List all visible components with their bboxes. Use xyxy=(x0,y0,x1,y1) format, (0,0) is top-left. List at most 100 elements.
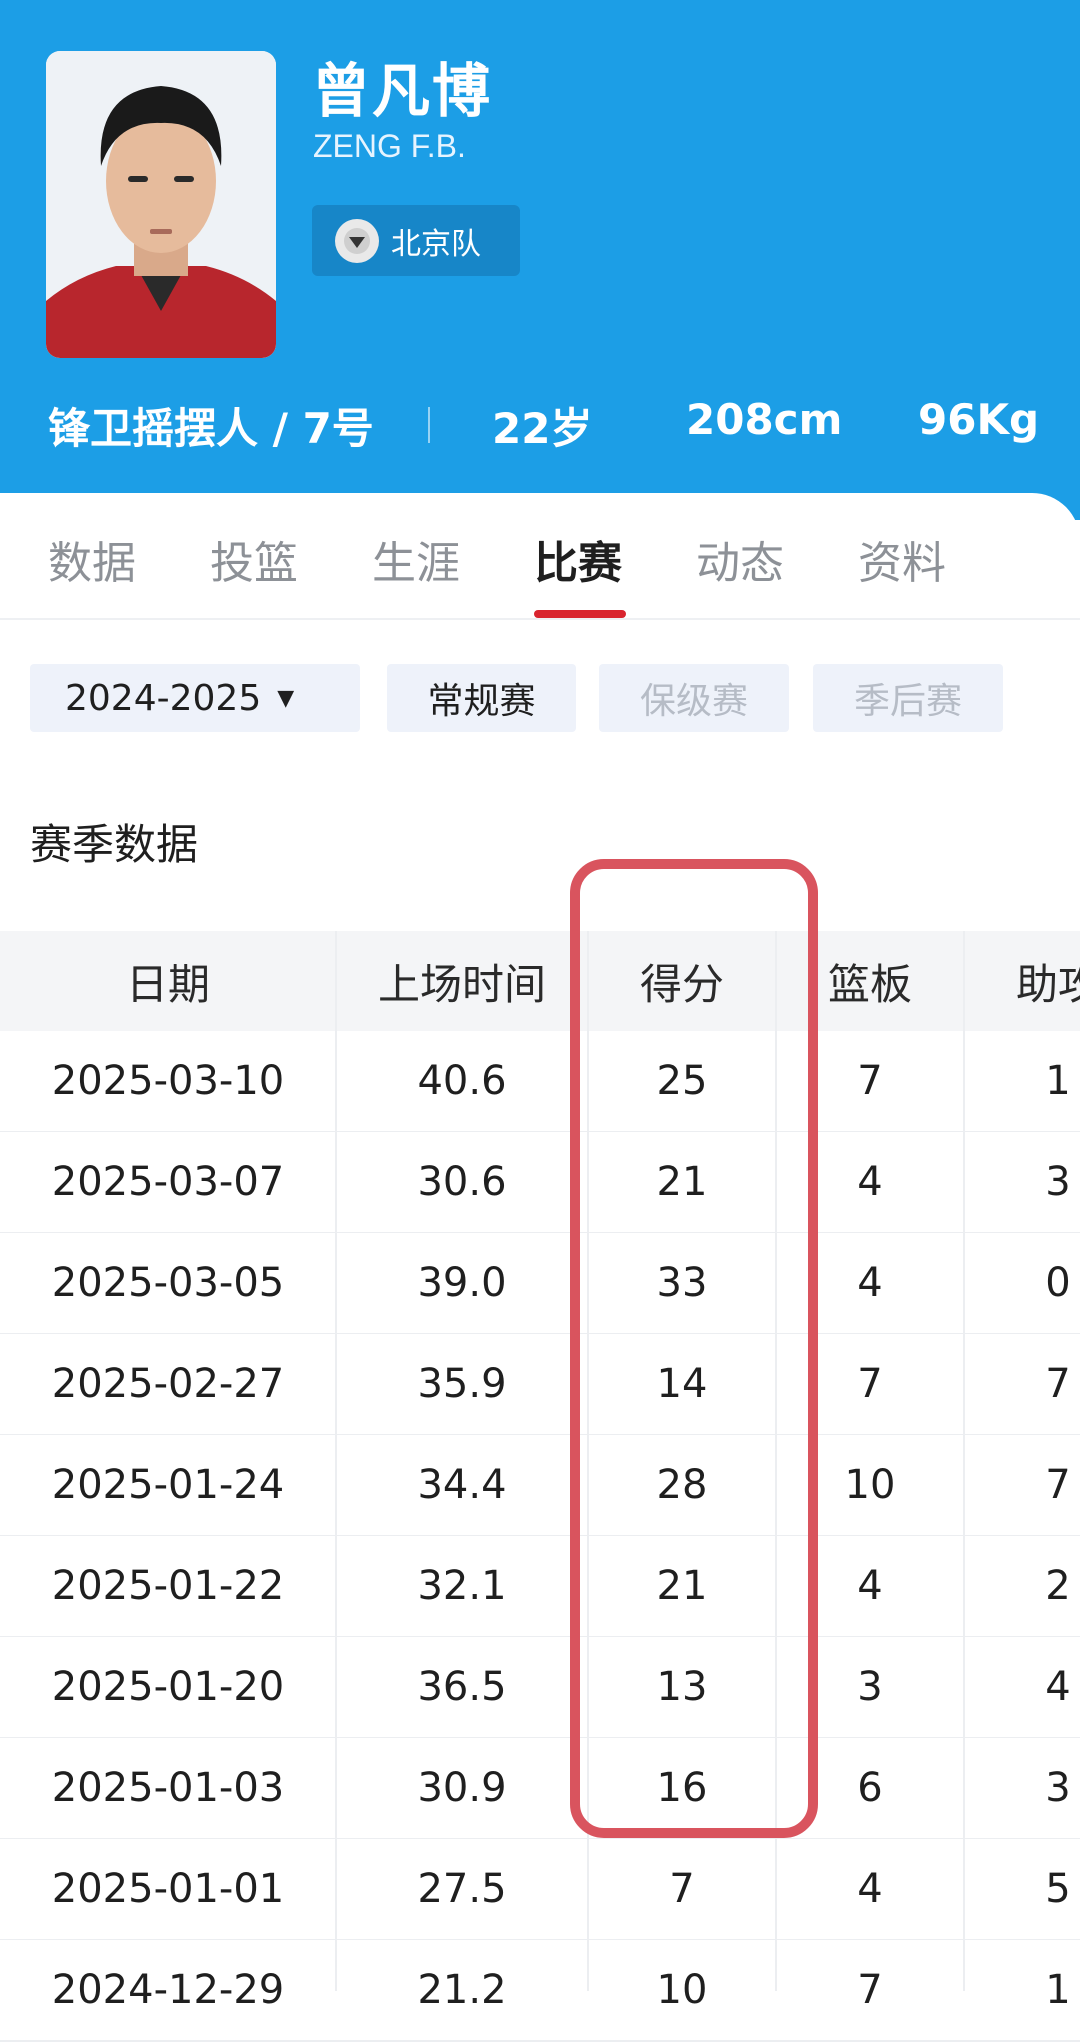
cell-assists: 2 xyxy=(1045,1563,1071,1609)
table-row[interactable]: 2025-01-01 27.5 7 4 5 xyxy=(0,1839,1080,1941)
tab-profile[interactable]: 资料 xyxy=(858,527,946,591)
team-name: 北京队 xyxy=(391,226,481,262)
player-height: 208cm xyxy=(686,395,843,444)
cell-assists: 4 xyxy=(1045,1664,1071,1710)
cell-points: 7 xyxy=(669,1866,695,1912)
tab-stats[interactable]: 数据 xyxy=(48,527,136,591)
cell-rebounds: 4 xyxy=(857,1563,883,1609)
cell-points: 21 xyxy=(656,1563,708,1609)
cell-date: 2025-03-05 xyxy=(51,1260,285,1306)
cell-date: 2025-01-20 xyxy=(51,1664,285,1710)
caret-down-icon: ▼ xyxy=(277,685,295,711)
table-row[interactable]: 2025-03-07 30.6 21 4 3 xyxy=(0,1132,1080,1234)
cell-date: 2025-01-24 xyxy=(51,1462,285,1508)
tab-shooting[interactable]: 投篮 xyxy=(210,527,298,591)
cell-minutes: 30.6 xyxy=(417,1159,507,1205)
tab-news[interactable]: 动态 xyxy=(696,527,784,591)
cell-points: 21 xyxy=(656,1159,708,1205)
table-row[interactable]: 2025-01-20 36.5 13 3 4 xyxy=(0,1637,1080,1739)
cell-points: 10 xyxy=(656,1967,708,2013)
table-row[interactable]: 2025-01-22 32.1 21 4 2 xyxy=(0,1536,1080,1638)
cell-date: 2025-01-01 xyxy=(51,1866,285,1912)
cell-minutes: 35.9 xyxy=(417,1361,507,1407)
header-minutes: 上场时间 xyxy=(377,959,546,1009)
filter-relegation[interactable]: 保级赛 xyxy=(599,664,789,732)
cell-minutes: 34.4 xyxy=(417,1462,507,1508)
cell-date: 2025-01-22 xyxy=(51,1563,285,1609)
cell-minutes: 36.5 xyxy=(417,1664,507,1710)
player-photo-image xyxy=(46,51,276,358)
cell-rebounds: 10 xyxy=(844,1462,896,1508)
cell-date: 2024-12-29 xyxy=(51,1967,285,2013)
cell-rebounds: 3 xyxy=(857,1664,883,1710)
cell-assists: 0 xyxy=(1045,1260,1071,1306)
player-age: 22岁 xyxy=(492,404,593,453)
header-points: 得分 xyxy=(639,959,724,1009)
table-row[interactable]: 2025-01-24 34.4 28 10 7 xyxy=(0,1435,1080,1537)
cell-date: 2025-03-10 xyxy=(51,1058,285,1104)
season-value: 2024-2025 xyxy=(65,677,262,719)
cell-assists: 7 xyxy=(1045,1361,1071,1407)
cell-assists: 3 xyxy=(1045,1159,1071,1205)
cell-minutes: 21.2 xyxy=(417,1967,507,2013)
table-row[interactable]: 2025-03-10 40.6 25 7 1 xyxy=(0,1031,1080,1133)
cell-points: 14 xyxy=(656,1361,708,1407)
content-panel: 数据 投篮 生涯 比赛 动态 资料 2024-2025 ▼ 常规赛 保级赛 季后… xyxy=(0,493,1080,2042)
column-divider xyxy=(335,931,337,1991)
table-row[interactable]: 2025-01-03 30.9 16 6 3 xyxy=(0,1738,1080,1840)
cell-rebounds: 4 xyxy=(857,1866,883,1912)
active-tab-indicator xyxy=(534,610,626,618)
column-divider xyxy=(775,931,777,1991)
cell-assists: 1 xyxy=(1045,1967,1071,2013)
player-weight: 96Kg xyxy=(918,395,1040,444)
player-info-row: 锋卫摇摆人 / 7号 22岁 208cm 96Kg xyxy=(48,395,1048,455)
cell-points: 33 xyxy=(656,1260,708,1306)
player-name-en: ZENG F.B. xyxy=(313,128,466,164)
table-row[interactable]: 2024-12-29 21.2 10 7 1 xyxy=(0,1940,1080,2042)
info-divider xyxy=(428,407,430,443)
cell-minutes: 30.9 xyxy=(417,1765,507,1811)
filter-regular-season[interactable]: 常规赛 xyxy=(387,664,576,732)
cell-points: 16 xyxy=(656,1765,708,1811)
cell-points: 13 xyxy=(656,1664,708,1710)
cell-minutes: 27.5 xyxy=(417,1866,507,1912)
tab-games[interactable]: 比赛 xyxy=(534,527,622,591)
table-header: 日期 上场时间 得分 篮板 助攻 xyxy=(0,931,1080,1031)
cell-assists: 3 xyxy=(1045,1765,1071,1811)
team-badge[interactable]: 北京队 xyxy=(312,205,520,276)
cell-rebounds: 4 xyxy=(857,1159,883,1205)
cell-rebounds: 7 xyxy=(857,1058,883,1104)
position-number: 锋卫摇摆人 / 7号 xyxy=(48,404,374,453)
cell-points: 25 xyxy=(656,1058,708,1104)
column-divider xyxy=(587,931,589,1991)
filter-playoffs[interactable]: 季后赛 xyxy=(813,664,1003,732)
header-assists: 助攻 xyxy=(1015,959,1080,1009)
player-header: 曾凡博 ZENG F.B. 北京队 锋卫摇摆人 / 7号 22岁 208cm 9… xyxy=(0,0,1080,520)
header-date: 日期 xyxy=(125,959,210,1009)
cell-minutes: 32.1 xyxy=(417,1563,507,1609)
cell-assists: 5 xyxy=(1045,1866,1071,1912)
table-row[interactable]: 2025-03-05 39.0 33 4 0 xyxy=(0,1233,1080,1335)
cell-assists: 7 xyxy=(1045,1462,1071,1508)
cell-minutes: 39.0 xyxy=(417,1260,507,1306)
season-select[interactable]: 2024-2025 ▼ xyxy=(30,664,360,732)
cell-rebounds: 4 xyxy=(857,1260,883,1306)
cell-rebounds: 7 xyxy=(857,1361,883,1407)
player-name: 曾凡博 xyxy=(312,57,493,125)
cell-rebounds: 7 xyxy=(857,1967,883,2013)
player-photo xyxy=(46,51,276,358)
cell-minutes: 40.6 xyxy=(417,1058,507,1104)
tab-bar: 数据 投篮 生涯 比赛 动态 资料 xyxy=(0,493,1080,620)
cell-date: 2025-01-03 xyxy=(51,1765,285,1811)
tab-career[interactable]: 生涯 xyxy=(372,527,460,591)
table-row[interactable]: 2025-02-27 35.9 14 7 7 xyxy=(0,1334,1080,1436)
column-divider xyxy=(963,931,965,1991)
cell-assists: 1 xyxy=(1045,1058,1071,1104)
header-rebounds: 篮板 xyxy=(827,959,912,1009)
cell-points: 28 xyxy=(656,1462,708,1508)
cell-date: 2025-03-07 xyxy=(51,1159,285,1205)
team-logo-icon xyxy=(335,218,379,263)
section-title: 赛季数据 xyxy=(30,820,199,869)
cell-rebounds: 6 xyxy=(857,1765,883,1811)
cell-date: 2025-02-27 xyxy=(51,1361,285,1407)
